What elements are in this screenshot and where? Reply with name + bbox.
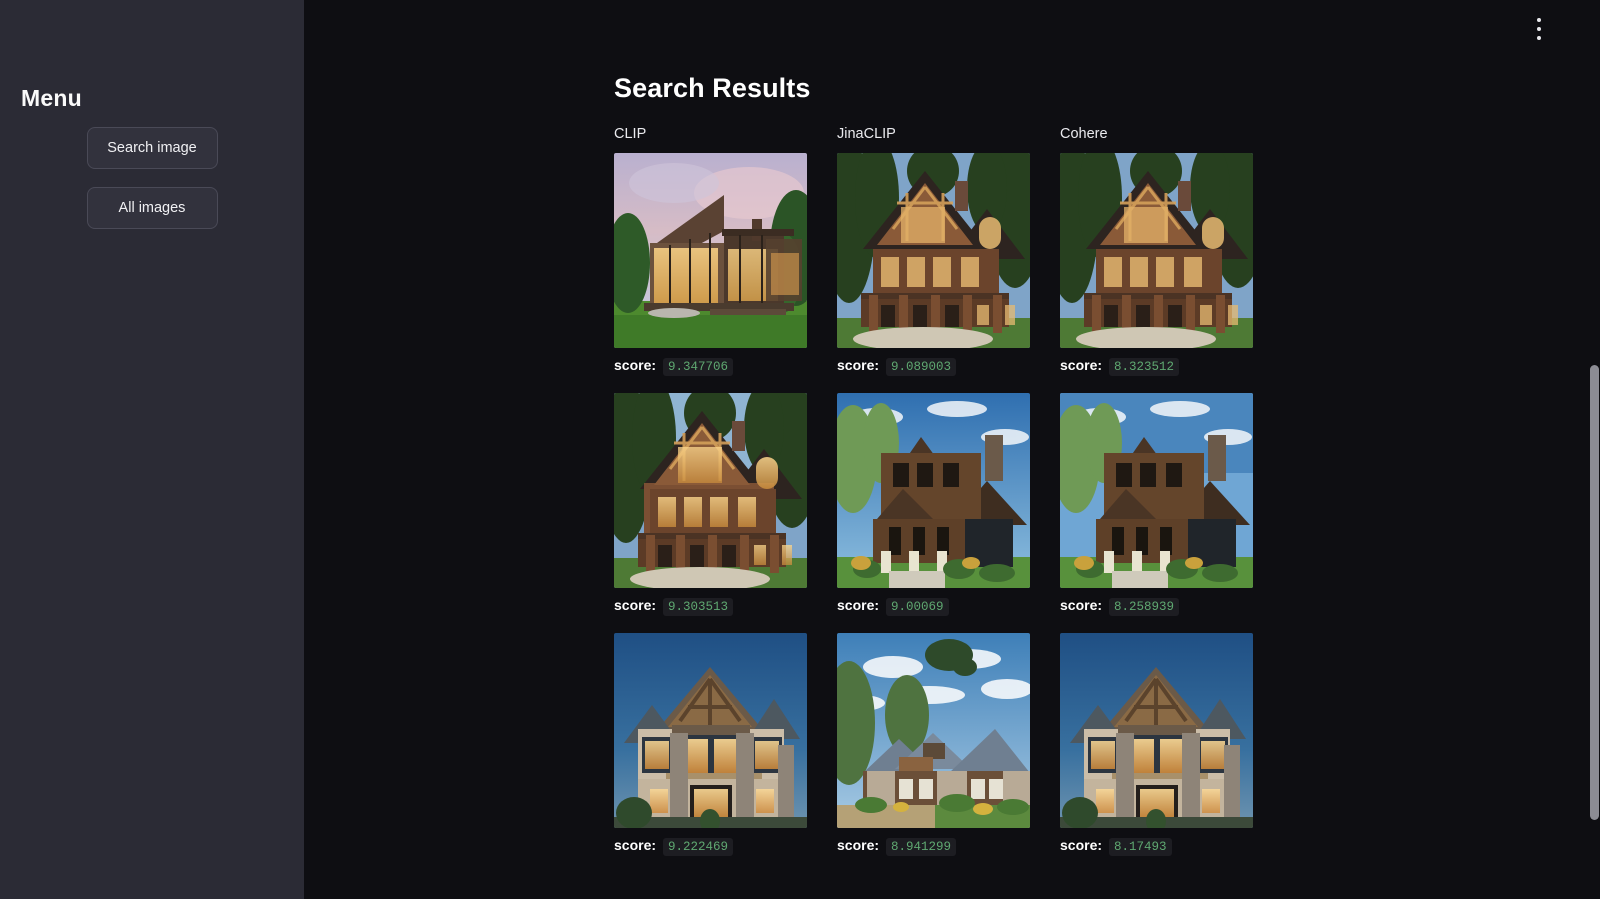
score-row: score: 8.258939: [1060, 597, 1253, 617]
sidebar-button-group: Search image All images: [0, 127, 304, 229]
score-label: score:: [1060, 357, 1103, 373]
result-item: score: 8.258939: [1060, 393, 1253, 617]
result-thumbnail-modern-glass-house-dusk[interactable]: [614, 153, 807, 348]
result-thumbnail-timber-frame-log-cabin[interactable]: [614, 393, 807, 588]
score-label: score:: [614, 837, 657, 853]
score-value: 8.323512: [1109, 358, 1180, 376]
app-root: Menu Search image All images Search Resu…: [0, 0, 1600, 899]
score-row: score: 9.00069: [837, 597, 1030, 617]
score-value: 8.941299: [886, 838, 957, 856]
kebab-menu-icon[interactable]: [1530, 18, 1548, 40]
main-panel: Search Results CLIP score: 9.347706 scor…: [304, 0, 1600, 899]
result-item: score: 9.089003: [837, 153, 1030, 377]
score-value: 9.347706: [663, 358, 734, 376]
score-label: score:: [837, 837, 880, 853]
result-thumbnail-timber-frame-log-cabin[interactable]: [837, 153, 1030, 348]
result-thumbnail-brown-wooden-cottage[interactable]: [837, 393, 1030, 588]
page-title: Search Results: [614, 73, 811, 103]
score-value: 8.17493: [1109, 838, 1172, 856]
score-value: 9.00069: [886, 598, 949, 616]
result-item: score: 9.347706: [614, 153, 807, 377]
score-value: 9.089003: [886, 358, 957, 376]
score-row: score: 9.222469: [614, 837, 807, 857]
result-item: score: 8.17493: [1060, 633, 1253, 857]
results-column-clip: CLIP score: 9.347706 score: 9.303513 sco…: [614, 126, 807, 873]
column-header: CLIP: [614, 126, 647, 142]
score-value: 8.258939: [1109, 598, 1180, 616]
score-value: 9.303513: [663, 598, 734, 616]
vertical-scrollbar[interactable]: [1588, 0, 1600, 899]
score-label: score:: [614, 357, 657, 373]
result-thumbnail-timber-frame-log-cabin[interactable]: [1060, 153, 1253, 348]
score-row: score: 8.323512: [1060, 357, 1253, 377]
result-item: score: 9.303513: [614, 393, 807, 617]
score-label: score:: [1060, 837, 1103, 853]
results-content: Search Results CLIP score: 9.347706 scor…: [614, 0, 1314, 873]
score-label: score:: [837, 357, 880, 373]
score-label: score:: [614, 597, 657, 613]
score-row: score: 8.17493: [1060, 837, 1253, 857]
search-image-button[interactable]: Search image: [86, 127, 218, 169]
score-row: score: 8.941299: [837, 837, 1030, 857]
all-images-button[interactable]: All images: [86, 187, 218, 229]
result-thumbnail-luxury-home-twilight[interactable]: [614, 633, 807, 828]
scrollbar-thumb[interactable]: [1590, 365, 1599, 820]
score-row: score: 9.347706: [614, 357, 807, 377]
result-item: score: 9.222469: [614, 633, 807, 857]
score-row: score: 9.089003: [837, 357, 1030, 377]
result-item: score: 8.941299: [837, 633, 1030, 857]
score-label: score:: [837, 597, 880, 613]
sidebar: Menu Search image All images: [0, 0, 304, 899]
results-column-jinaclip: JinaCLIP score: 9.089003 score: 9.00069 …: [837, 126, 1030, 873]
result-thumbnail-luxury-home-twilight[interactable]: [1060, 633, 1253, 828]
result-thumbnail-craftsman-ranch-house[interactable]: [837, 633, 1030, 828]
score-row: score: 9.303513: [614, 597, 807, 617]
result-item: score: 8.323512: [1060, 153, 1253, 377]
result-thumbnail-brown-wooden-cottage[interactable]: [1060, 393, 1253, 588]
result-item: score: 9.00069: [837, 393, 1030, 617]
column-header: JinaCLIP: [837, 126, 896, 142]
score-label: score:: [1060, 597, 1103, 613]
results-columns: CLIP score: 9.347706 score: 9.303513 sco…: [614, 126, 1314, 873]
sidebar-title: Menu: [21, 85, 82, 111]
results-column-cohere: Cohere score: 8.323512 score: 8.258939 s…: [1060, 126, 1253, 873]
score-value: 9.222469: [663, 838, 734, 856]
column-header: Cohere: [1060, 126, 1108, 142]
